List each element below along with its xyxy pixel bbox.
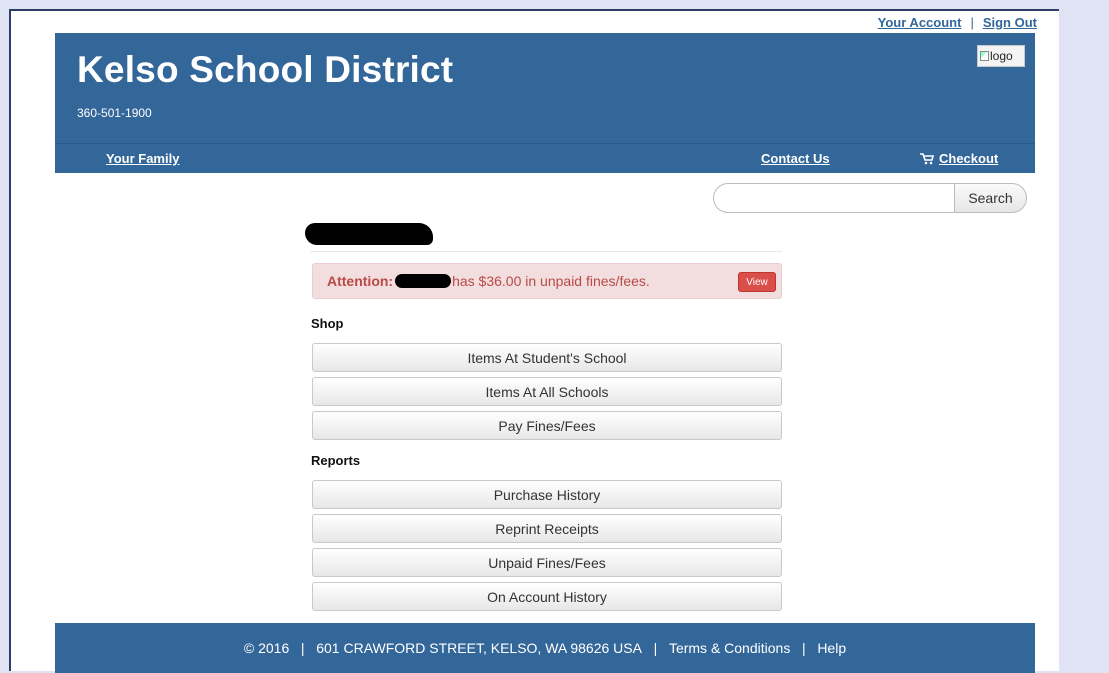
alert-lead: Attention:	[327, 273, 394, 289]
help-link[interactable]: Help	[817, 640, 846, 656]
shop-heading: Shop	[311, 316, 344, 331]
copyright: © 2016	[243, 640, 290, 656]
site-footer: © 2016 | 601 CRAWFORD STREET, KELSO, WA …	[55, 623, 1035, 673]
search-button[interactable]: Search	[954, 183, 1027, 213]
phone-number: 360-501-1900	[77, 106, 152, 120]
account-bar: Your Account | Sign Out	[878, 11, 1037, 33]
search-bar: Search	[713, 183, 1027, 213]
unpaid-fines-fees-button[interactable]: Unpaid Fines/Fees	[312, 548, 782, 577]
terms-link[interactable]: Terms & Conditions	[669, 640, 790, 656]
purchase-history-button[interactable]: Purchase History	[312, 480, 782, 509]
nav-checkout[interactable]: Checkout	[920, 151, 998, 166]
on-account-history-button[interactable]: On Account History	[312, 582, 782, 611]
unpaid-fees-alert: Attention: has $36.00 in unpaid fines/fe…	[312, 263, 782, 299]
cart-icon	[920, 152, 934, 165]
reprint-receipts-button[interactable]: Reprint Receipts	[312, 514, 782, 543]
page-frame: Your Account | Sign Out Kelso School Dis…	[9, 9, 1059, 673]
redacted-student-name	[305, 223, 433, 245]
separator: |	[970, 14, 974, 30]
logo-alt-text: logo	[990, 49, 1013, 63]
items-at-students-school-button[interactable]: Items At Student's School	[312, 343, 782, 372]
view-fees-button[interactable]: View	[738, 272, 776, 292]
broken-image-icon	[980, 51, 989, 61]
main-nav: Your Family Contact Us Checkout	[55, 143, 1035, 173]
search-input[interactable]	[713, 183, 954, 213]
logo-image: logo	[977, 45, 1025, 67]
divider	[310, 251, 782, 252]
your-account-link[interactable]: Your Account	[878, 15, 962, 30]
nav-your-family[interactable]: Your Family	[106, 151, 179, 166]
alert-message: has $36.00 in unpaid fines/fees.	[452, 273, 650, 289]
items-at-all-schools-button[interactable]: Items At All Schools	[312, 377, 782, 406]
sign-out-link[interactable]: Sign Out	[983, 15, 1037, 30]
nav-contact-us[interactable]: Contact Us	[761, 151, 830, 166]
pay-fines-fees-button[interactable]: Pay Fines/Fees	[312, 411, 782, 440]
redacted-name-inline	[395, 274, 452, 288]
checkout-label: Checkout	[939, 151, 999, 166]
site-header: Kelso School District 360-501-1900 logo	[55, 33, 1035, 143]
site-title: Kelso School District	[77, 49, 454, 90]
reports-heading: Reports	[311, 453, 361, 468]
footer-address: 601 CRAWFORD STREET, KELSO, WA 98626 USA	[316, 640, 642, 656]
